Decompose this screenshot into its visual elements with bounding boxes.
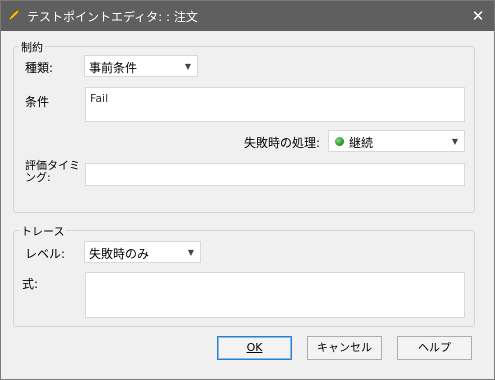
expression-label: 式: xyxy=(22,277,39,291)
chevron-down-icon: ▼ xyxy=(187,248,194,257)
level-combobox[interactable]: 失敗時のみ ▼ xyxy=(84,241,201,263)
title-bar[interactable]: テストポイントエディタ: : 注文 ✕ xyxy=(1,1,494,31)
chevron-down-icon: ▼ xyxy=(184,62,191,71)
close-button[interactable]: ✕ xyxy=(468,6,488,26)
chevron-down-icon: ▼ xyxy=(451,137,458,146)
condition-input-value: Fail xyxy=(90,92,109,105)
green-dot-icon xyxy=(335,137,344,146)
trace-legend: トレース xyxy=(19,223,67,239)
cancel-button[interactable]: キャンセル xyxy=(307,336,382,360)
eval-timing-label: 評価タイミ ング: xyxy=(25,160,80,184)
window-title: テストポイントエディタ: : 注文 xyxy=(27,10,198,24)
expression-input[interactable] xyxy=(85,272,465,318)
eval-timing-label-line2: ング: xyxy=(25,171,51,184)
dialog-window: テストポイントエディタ: : 注文 ✕ 制約 種類: 事前条件 ▼ 条件 Fai… xyxy=(0,0,495,380)
ok-button[interactable]: OK xyxy=(217,336,292,360)
ok-button-label: OK xyxy=(246,341,263,354)
type-label: 種類: xyxy=(25,61,54,75)
help-button-label: ヘルプ xyxy=(418,341,451,354)
level-label: レベル: xyxy=(25,247,66,261)
close-icon: ✕ xyxy=(471,7,485,25)
fail-action-combobox-value: 継続 xyxy=(349,136,374,150)
condition-input[interactable]: Fail xyxy=(85,87,465,122)
condition-label: 条件 xyxy=(25,95,50,109)
constraints-legend: 制約 xyxy=(19,39,45,55)
cancel-button-label: キャンセル xyxy=(317,341,372,354)
pencil-icon xyxy=(8,8,21,21)
help-button[interactable]: ヘルプ xyxy=(397,336,472,360)
type-combobox[interactable]: 事前条件 ▼ xyxy=(84,55,198,77)
level-combobox-value: 失敗時のみ xyxy=(89,247,150,261)
fail-action-label: 失敗時の処理: xyxy=(244,136,321,150)
type-combobox-value: 事前条件 xyxy=(89,61,138,75)
eval-timing-input[interactable] xyxy=(85,163,465,186)
fail-action-combobox[interactable]: 継続 ▼ xyxy=(328,130,465,152)
